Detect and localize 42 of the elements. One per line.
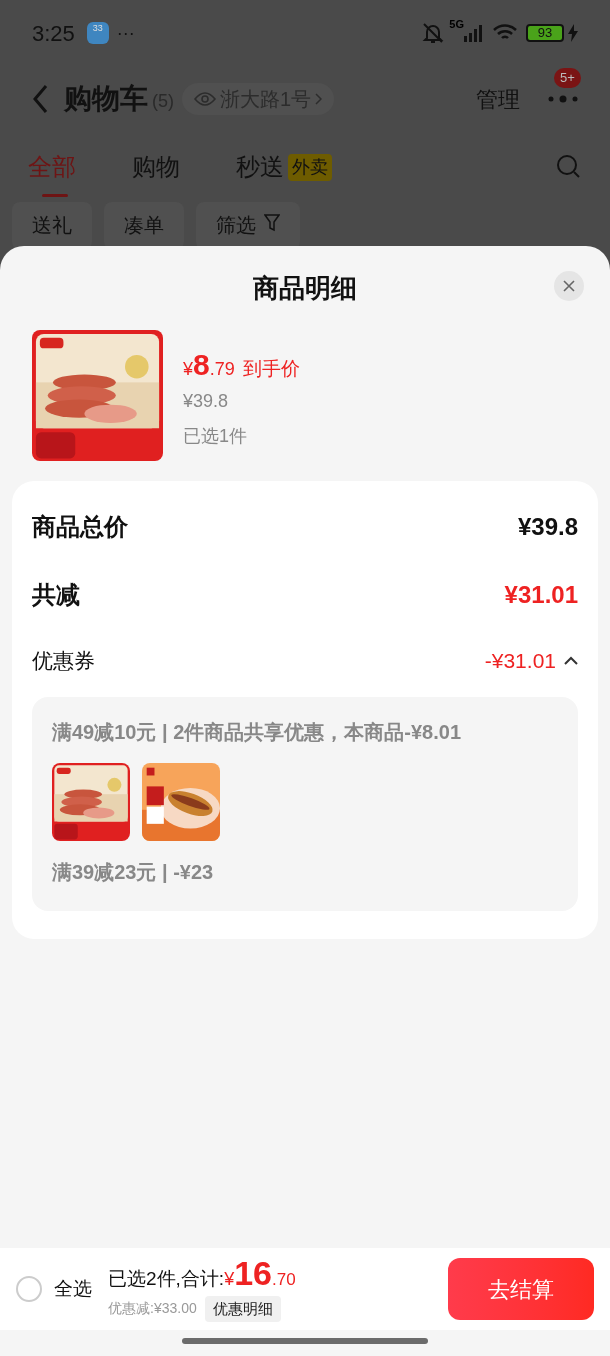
network-label: 5G bbox=[449, 18, 464, 30]
promo-text: 满49减10元 | 2件商品共享优惠，本商品-¥8.01 bbox=[52, 719, 463, 745]
notification-badge: 5+ bbox=[554, 68, 581, 88]
sheet-title: 商品明细 bbox=[253, 271, 357, 305]
manage-button[interactable]: 管理 bbox=[476, 82, 520, 116]
signal-icon bbox=[464, 24, 484, 42]
promo-text: 满39减23元 | -¥23 bbox=[52, 859, 215, 885]
saving-amount: 优惠减:¥33.00 bbox=[108, 1299, 197, 1319]
search-icon[interactable] bbox=[556, 154, 582, 180]
close-button[interactable] bbox=[554, 271, 584, 301]
filter-chip[interactable]: 送礼 bbox=[12, 202, 92, 250]
charging-icon bbox=[568, 24, 578, 42]
summary-label: 商品总价 bbox=[32, 512, 128, 542]
coupon-label: 优惠券 bbox=[32, 648, 95, 674]
more-notifications: ··· bbox=[116, 21, 135, 45]
select-all-checkbox[interactable] bbox=[16, 1276, 42, 1302]
more-icon[interactable] bbox=[548, 94, 578, 104]
category-tab[interactable]: 秒送 外卖 bbox=[236, 137, 332, 197]
back-icon[interactable] bbox=[32, 84, 48, 114]
summary-label: 共减 bbox=[32, 580, 80, 610]
summary-value: ¥31.01 bbox=[504, 580, 578, 610]
clock: 3:25 bbox=[32, 19, 75, 48]
battery-level: 93 bbox=[526, 24, 564, 42]
checkout-button[interactable]: 去结算 bbox=[448, 1258, 594, 1320]
final-price: ¥8.79 到手价 bbox=[183, 350, 300, 383]
eye-icon bbox=[194, 92, 216, 106]
order-total: 已选2件,合计:¥16.70 bbox=[108, 1256, 296, 1294]
discount-detail-button[interactable]: 优惠明细 bbox=[204, 1295, 281, 1322]
category-tab[interactable]: 购物 bbox=[132, 137, 180, 197]
select-all-label: 全选 bbox=[54, 1276, 92, 1301]
selected-quantity: 已选1件 bbox=[183, 424, 248, 448]
page-title: 购物车 bbox=[64, 82, 148, 116]
coupon-toggle[interactable]: -¥31.01 bbox=[484, 645, 578, 677]
chevron-icon bbox=[315, 93, 323, 105]
close-icon bbox=[563, 280, 575, 292]
funnel-icon bbox=[264, 214, 280, 232]
weather-icon: 33 bbox=[86, 22, 109, 44]
chevron-up-icon bbox=[564, 656, 578, 666]
original-price: ¥39.8 bbox=[183, 389, 230, 413]
takeaway-tag: 外卖 bbox=[288, 153, 332, 181]
summary-value: ¥39.8 bbox=[517, 512, 578, 542]
muted-bell-icon bbox=[421, 22, 446, 44]
